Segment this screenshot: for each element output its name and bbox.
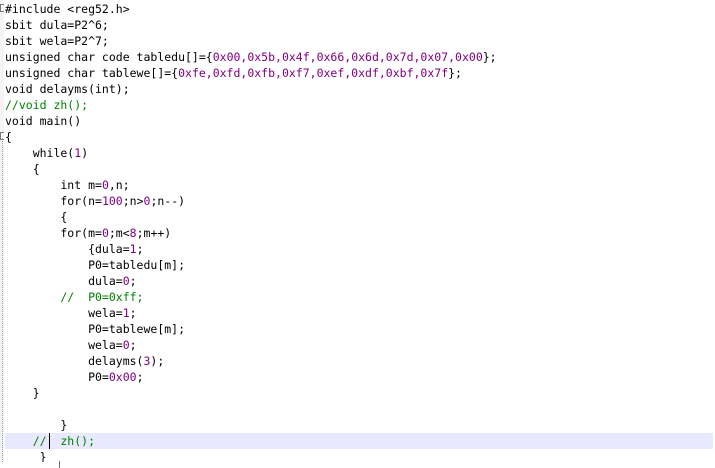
code-line[interactable]: } [5,385,713,401]
code-token: int m= [5,178,102,192]
code-line[interactable]: //void zh(); [5,97,713,113]
code-token: // P0=0xff; [5,290,144,304]
horizontal-scrollbar[interactable] [0,462,715,468]
code-token: P0=tablewe[m]; [5,322,186,336]
code-token: void delayms(int); [5,82,130,96]
code-token: 8 [129,226,137,240]
code-token: 0 [101,178,109,192]
code-token: void main() [5,114,82,128]
code-line[interactable]: int m=0,n; [5,177,713,193]
code-token: 0x00 [108,370,137,384]
code-token: ); [150,354,165,368]
code-token: {dula= [5,242,130,256]
code-token: { [5,162,40,176]
code-token: //void zh(); [5,98,89,112]
code-line[interactable]: wela=0; [5,337,713,353]
code-line[interactable]: void delayms(int); [5,81,713,97]
code-token: delayms( [5,354,144,368]
code-token: ; [136,242,144,256]
code-token: 0 [101,226,109,240]
code-token: sbit dula=P2^6; [5,18,109,32]
code-line[interactable]: #include <reg52.h> [5,1,713,17]
code-line[interactable]: void main() [5,113,713,129]
code-line[interactable]: unsigned char tablewe[]={0xfe,0xfd,0xfb,… [5,65,713,81]
code-line[interactable]: for(m=0;m<8;m++) [5,225,713,241]
code-token: for(m= [5,226,102,240]
code-token: }; [482,50,497,64]
code-token: } [5,386,40,400]
code-line[interactable]: sbit dula=P2^6; [5,17,713,33]
code-token: 0xfe,0xfd,0xfb,0xf7,0xef,0xdf,0xbf,0x7f [178,66,449,80]
code-token: }; [448,66,462,80]
code-token: wela= [5,338,123,352]
code-token: ,n; [108,178,130,192]
code-token: ; [129,274,137,288]
fold-gutter [0,0,4,468]
code-token: ) [81,146,89,160]
code-line[interactable]: unsigned char code tabledu[]={0x00,0x5b,… [5,49,713,65]
code-token: { [5,210,68,224]
code-token: 0x00,0x5b,0x4f,0x66,0x6d,0x7d,0x07,0x00 [212,50,483,64]
code-line[interactable]: {dula=1; [5,241,713,257]
code-line[interactable]: { [5,209,713,225]
code-token: sbit wela=P2^7; [5,34,109,48]
code-token: ;m< [108,226,130,240]
code-token: ;n--) [150,194,186,208]
code-token: unsigned char code tabledu[]={ [5,50,213,64]
code-token: P0=tabledu[m]; [5,258,186,272]
scrollbar-thumb-edge[interactable] [59,461,60,468]
code-token: while( [5,146,75,160]
code-line-current[interactable]: // zh(); [5,433,713,449]
code-line[interactable]: P0=tablewe[m]; [5,321,713,337]
code-editor[interactable]: #include <reg52.h> sbit dula=P2^6; sbit we… [0,0,715,468]
code-token: ; [136,370,144,384]
fold-marker-icon[interactable] [0,4,4,12]
code-token: ; [129,338,137,352]
code-token: 0 [122,338,130,352]
code-token: 100 [101,194,123,208]
fold-guide-line [2,138,3,468]
code-line[interactable]: // P0=0xff; [5,289,713,305]
code-token: { [5,130,12,144]
code-token: } [5,418,68,432]
code-line[interactable]: delayms(3); [5,353,713,369]
code-line[interactable]: P0=tabledu[m]; [5,257,713,273]
code-line[interactable]: { [5,129,713,145]
code-token: ;n> [122,194,144,208]
code-token: 0 [122,274,130,288]
code-token: dula= [5,274,123,288]
code-token: #include <reg52.h> [5,2,130,16]
code-line[interactable]: P0=0x00; [5,369,713,385]
code-line[interactable]: while(1) [5,145,713,161]
code-token: ;m++) [136,226,172,240]
code-token: P0= [5,370,109,384]
code-line[interactable]: } [5,417,713,433]
code-token: unsigned char tablewe[]={ [5,66,179,80]
text-caret [49,433,50,449]
code-token: wela= [5,306,123,320]
code-line[interactable]: { [5,161,713,177]
code-line[interactable] [5,401,713,417]
code-token: 1 [122,306,130,320]
code-line[interactable]: wela=1; [5,305,713,321]
code-line[interactable]: for(n=100;n>0;n--) [5,193,713,209]
code-token: ; [129,306,137,320]
code-line[interactable]: sbit wela=P2^7; [5,33,713,49]
code-token: 1 [129,242,137,256]
code-token: // zh(); [5,434,96,448]
code-line[interactable]: dula=0; [5,273,713,289]
code-token: for(n= [5,194,102,208]
